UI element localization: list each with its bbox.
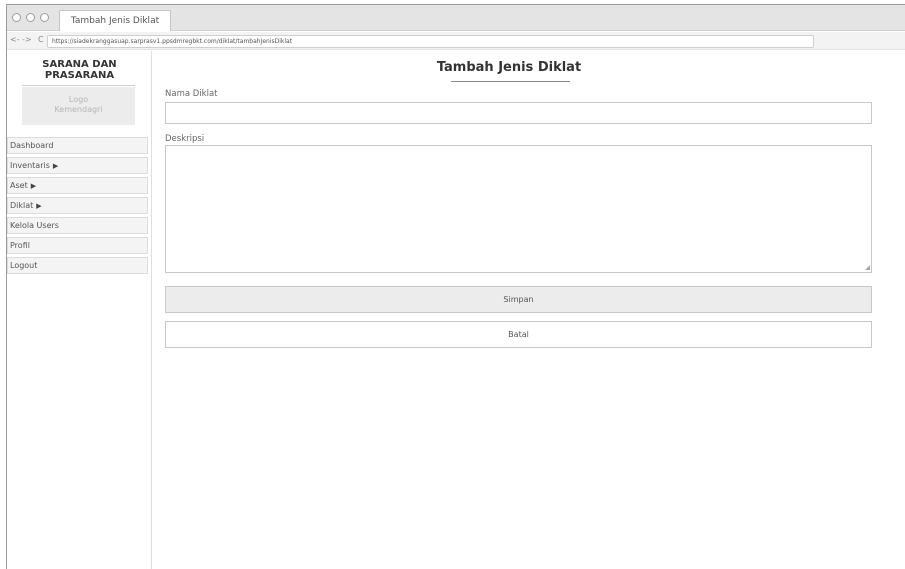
sidebar-item-inventaris[interactable]: Inventaris ▶: [7, 157, 148, 174]
back-icon[interactable]: <-: [10, 35, 20, 44]
window-controls: [12, 13, 49, 22]
maximize-window-icon[interactable]: [40, 13, 49, 22]
browser-titlebar: Tambah Jenis Diklat: [7, 5, 905, 31]
logo-text-line1: Logo: [68, 95, 89, 104]
app-title: SARANA DAN PRASARANA: [7, 59, 152, 81]
sidebar-item-diklat[interactable]: Diklat ▶: [7, 197, 148, 214]
nama-diklat-input[interactable]: [165, 102, 872, 124]
logo-placeholder: Logo Kemendagri: [22, 87, 135, 125]
app-title-divider: [22, 85, 135, 86]
nama-diklat-label: Nama Diklat: [165, 89, 218, 99]
deskripsi-label: Deskripsi: [165, 134, 205, 144]
submenu-arrow-icon: ▶: [52, 162, 59, 170]
sidebar-item-label: Logout: [10, 261, 38, 270]
sidebar-item-profil[interactable]: Profil: [7, 237, 148, 254]
sidebar-item-dashboard[interactable]: Dashboard: [7, 137, 148, 154]
sidebar: SARANA DAN PRASARANA Logo Kemendagri Das…: [7, 51, 152, 569]
url-field[interactable]: https://siadekranggasuap.sarprasv1.ppsdm…: [47, 35, 814, 48]
sidebar-item-label: Profil: [10, 241, 30, 250]
reload-icon[interactable]: C: [38, 35, 44, 44]
close-window-icon[interactable]: [12, 13, 21, 22]
sidebar-item-kelola-users[interactable]: Kelola Users: [7, 217, 148, 234]
sidebar-item-label: Kelola Users: [10, 221, 59, 230]
sidebar-item-logout[interactable]: Logout: [7, 257, 148, 274]
sidebar-item-label: Diklat: [10, 201, 34, 210]
sidebar-item-label: Aset: [10, 181, 28, 190]
page-title-underline: [451, 81, 570, 82]
submenu-arrow-icon: ▶: [30, 182, 37, 190]
sidebar-item-aset[interactable]: Aset ▶: [7, 177, 148, 194]
textarea-resize-handle-icon[interactable]: [865, 265, 870, 270]
simpan-button[interactable]: Simpan: [165, 286, 872, 313]
logo-text-line2: Kemendagri: [54, 105, 103, 114]
minimize-window-icon[interactable]: [26, 13, 35, 22]
page-title: Tambah Jenis Diklat: [436, 60, 582, 75]
deskripsi-textarea[interactable]: [165, 145, 872, 273]
sidebar-item-label: Inventaris: [10, 161, 50, 170]
app-title-line2: PRASARANA: [44, 70, 115, 81]
browser-window: Tambah Jenis Diklat <- -> C https://siad…: [6, 4, 905, 569]
sidebar-item-label: Dashboard: [10, 141, 54, 150]
submenu-arrow-icon: ▶: [36, 202, 42, 210]
batal-button[interactable]: Batal: [165, 321, 872, 348]
sidebar-menu: Dashboard Inventaris ▶ Aset ▶ Diklat ▶ Kelo…: [7, 137, 148, 277]
app-title-line1: SARANA DAN: [42, 59, 117, 70]
main-content: Tambah Jenis Diklat Nama Diklat Deskrips…: [153, 51, 905, 569]
forward-icon[interactable]: ->: [22, 35, 32, 44]
browser-tab[interactable]: Tambah Jenis Diklat: [59, 10, 171, 31]
address-bar: <- -> C https://siadekranggasuap.sarpras…: [7, 32, 905, 50]
